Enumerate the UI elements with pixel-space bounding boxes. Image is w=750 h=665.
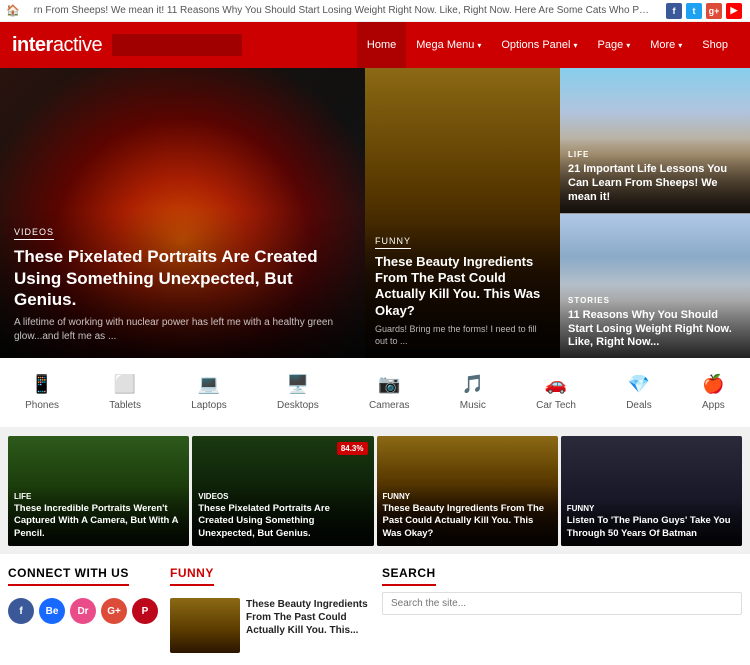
- hero-right-section: LIFE 21 Important Life Lessons You Can L…: [560, 68, 750, 358]
- hero-right-bottom-tag: STORIES: [568, 296, 610, 305]
- search-input[interactable]: [112, 34, 242, 56]
- laptops-icon: 💻: [198, 374, 220, 395]
- nav-options-panel[interactable]: Options Panel ▾: [491, 22, 587, 68]
- cat-deals[interactable]: 💎 Deals: [618, 370, 660, 415]
- cat-music-label: Music: [460, 400, 486, 411]
- cat-laptops-label: Laptops: [191, 400, 227, 411]
- pinterest-icon[interactable]: P: [132, 598, 158, 624]
- logo-bold: inter: [12, 34, 53, 56]
- feat-2-title: These Pixelated Portraits Are Created Us…: [198, 503, 367, 540]
- cat-car-tech[interactable]: 🚗 Car Tech: [528, 370, 584, 415]
- cat-deals-label: Deals: [626, 400, 652, 411]
- cat-phones-label: Phones: [25, 400, 59, 411]
- hero-middle-title: These Beauty Ingredients From The Past C…: [375, 254, 550, 319]
- feat-3-title: These Beauty Ingredients From The Past C…: [383, 503, 552, 540]
- feat-2-badge: 84.3%: [337, 442, 368, 455]
- hero-right-top-title: 21 Important Life Lessons You Can Learn …: [568, 163, 742, 204]
- feat-1-tag: LIFE: [14, 492, 183, 501]
- ticker-text: rn From Sheeps! We mean it! 11 Reasons W…: [26, 5, 658, 16]
- cat-cameras[interactable]: 📷 Cameras: [361, 370, 418, 415]
- funny-column: FUNNY These Beauty Ingredients From The …: [170, 566, 370, 653]
- site-logo: interactive: [12, 34, 102, 57]
- hero-right-top-tag: LIFE: [568, 150, 589, 159]
- nav-mega-menu[interactable]: Mega Menu ▾: [406, 22, 491, 68]
- cat-tablets-label: Tablets: [109, 400, 141, 411]
- hero-right-top-article[interactable]: LIFE 21 Important Life Lessons You Can L…: [560, 68, 750, 213]
- car-tech-icon: 🚗: [545, 374, 567, 395]
- feat-2-tag: VIDEOS: [198, 492, 367, 501]
- cat-tablets[interactable]: ⬜ Tablets: [101, 370, 149, 415]
- nav-shop[interactable]: Shop: [692, 22, 738, 68]
- facebook-icon[interactable]: f: [8, 598, 34, 624]
- funny-title: FUNNY: [170, 566, 214, 586]
- search-column: SEARCH: [382, 566, 742, 653]
- logo-light: active: [53, 34, 102, 56]
- bottom-section: CONNECT WITH US f Be Dr G+ P FUNNY These…: [0, 554, 750, 665]
- feat-item-3[interactable]: FUNNY These Beauty Ingredients From The …: [377, 436, 558, 546]
- phones-icon: 📱: [31, 374, 53, 395]
- hero-left-tag: VIDEOS: [14, 227, 54, 240]
- cat-cameras-label: Cameras: [369, 400, 410, 411]
- cat-music[interactable]: 🎵 Music: [452, 370, 494, 415]
- tablets-icon: ⬜: [114, 374, 136, 395]
- categories-bar: 📱 Phones ⬜ Tablets 💻 Laptops 🖥️ Desktops…: [0, 358, 750, 428]
- cameras-icon: 📷: [378, 374, 400, 395]
- feat-3-tag: FUNNY: [383, 492, 552, 501]
- ticker-bar: 🏠 rn From Sheeps! We mean it! 11 Reasons…: [0, 0, 750, 22]
- cat-desktops[interactable]: 🖥️ Desktops: [269, 370, 327, 415]
- nav-more[interactable]: More ▾: [640, 22, 692, 68]
- hero-left-title: These Pixelated Portraits Are Created Us…: [14, 246, 351, 310]
- funny-article-text: These Beauty Ingredients From The Past C…: [246, 598, 370, 653]
- cat-phones[interactable]: 📱 Phones: [17, 370, 67, 415]
- hero-right-bottom-article[interactable]: STORIES 11 Reasons Why You Should Start …: [560, 214, 750, 359]
- feat-4-title: Listen To 'The Piano Guys' Take You Thro…: [567, 515, 736, 540]
- funny-article[interactable]: These Beauty Ingredients From The Past C…: [170, 598, 370, 653]
- behance-icon[interactable]: Be: [39, 598, 65, 624]
- feat-item-2[interactable]: 84.3% VIDEOS These Pixelated Portraits A…: [192, 436, 373, 546]
- ticker-facebook-icon[interactable]: f: [666, 3, 682, 19]
- hero-middle-article[interactable]: FUNNY These Beauty Ingredients From The …: [365, 68, 560, 358]
- google-plus-icon[interactable]: G+: [101, 598, 127, 624]
- hero-middle-excerpt: Guards! Bring me the forms! I need to fi…: [375, 323, 550, 348]
- apps-icon: 🍎: [702, 374, 724, 395]
- featured-grid: LIFE These Incredible Portraits Weren't …: [0, 428, 750, 554]
- nav-page[interactable]: Page ▾: [588, 22, 641, 68]
- main-nav: Home Mega Menu ▾ Options Panel ▾ Page ▾ …: [357, 22, 738, 68]
- feat-item-1[interactable]: LIFE These Incredible Portraits Weren't …: [8, 436, 189, 546]
- cat-laptops[interactable]: 💻 Laptops: [183, 370, 235, 415]
- music-icon: 🎵: [462, 374, 484, 395]
- hero-middle-tag: FUNNY: [375, 236, 411, 249]
- sidebar-search-input[interactable]: [382, 592, 742, 615]
- dribbble-icon[interactable]: Dr: [70, 598, 96, 624]
- feat-item-4[interactable]: FUNNY Listen To 'The Piano Guys' Take Yo…: [561, 436, 742, 546]
- desktops-icon: 🖥️: [287, 374, 309, 395]
- funny-thumb: [170, 598, 240, 653]
- ticker-social-icons: f t g+ ▶: [658, 3, 750, 19]
- hero-left-article[interactable]: VIDEOS These Pixelated Portraits Are Cre…: [0, 68, 365, 358]
- cat-apps[interactable]: 🍎 Apps: [694, 370, 733, 415]
- cat-desktops-label: Desktops: [277, 400, 319, 411]
- search-title: SEARCH: [382, 566, 436, 586]
- nav-home[interactable]: Home: [357, 22, 406, 68]
- site-header: interactive Home Mega Menu ▾ Options Pan…: [0, 22, 750, 68]
- cat-car-tech-label: Car Tech: [536, 400, 576, 411]
- hero-section: VIDEOS These Pixelated Portraits Are Cre…: [0, 68, 750, 358]
- funny-article-title: These Beauty Ingredients From The Past C…: [246, 598, 370, 637]
- ticker-youtube-icon[interactable]: ▶: [726, 3, 742, 19]
- connect-column: CONNECT WITH US f Be Dr G+ P: [8, 566, 158, 653]
- deals-icon: 💎: [628, 374, 650, 395]
- ticker-twitter-icon[interactable]: t: [686, 3, 702, 19]
- ticker-google-icon[interactable]: g+: [706, 3, 722, 19]
- feat-4-tag: FUNNY: [567, 504, 736, 513]
- feat-1-title: These Incredible Portraits Weren't Captu…: [14, 503, 183, 540]
- cat-apps-label: Apps: [702, 400, 725, 411]
- hero-left-excerpt: A lifetime of working with nuclear power…: [14, 316, 351, 344]
- connect-title: CONNECT WITH US: [8, 566, 129, 586]
- social-icons: f Be Dr G+ P: [8, 598, 158, 624]
- hero-right-bottom-title: 11 Reasons Why You Should Start Losing W…: [568, 309, 742, 350]
